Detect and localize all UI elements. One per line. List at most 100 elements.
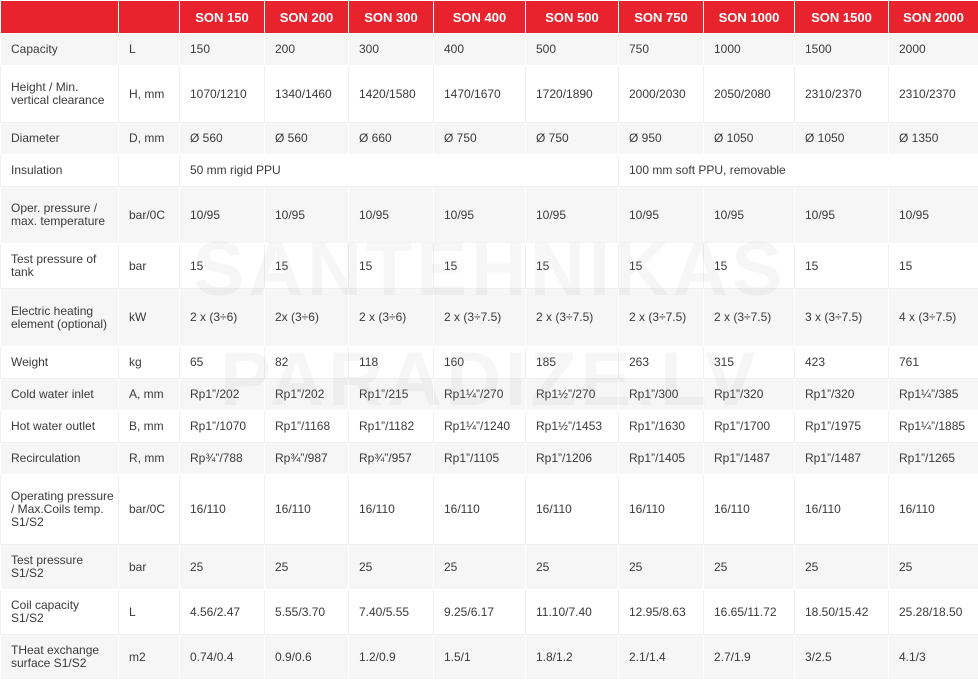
table-row: Capacity L 150 200 300 400 500 750 1000 1500 2000: [0, 33, 978, 66]
value-cell: 150: [179, 33, 265, 66]
value-cell: 7.40/5.55: [348, 589, 434, 635]
specs-table: SON 150 SON 200 SON 300 SON 400 SON 500 SON 7…: [0, 0, 978, 680]
value-cell: Ø 660: [348, 122, 434, 155]
value-cell: 2 x (3÷7.5): [703, 288, 795, 347]
table-row: Coil capacity S1/S2 L 4.56/2.47 5.55/3.70 7.…: [0, 589, 978, 635]
value-cell: Rp1”/1105: [433, 442, 526, 475]
value-cell: Rp1¼”/270: [433, 378, 526, 411]
parameter-cell: Diameter: [0, 122, 119, 155]
column-header: SON 2000: [888, 0, 978, 34]
value-cell: 15: [433, 243, 526, 289]
value-cell: 15: [794, 243, 889, 289]
value-cell: 1.2/0.9: [348, 634, 434, 680]
header-row: SON 150 SON 200 SON 300 SON 400 SON 500 SON 7…: [0, 0, 978, 34]
value-cell: Ø 750: [433, 122, 526, 155]
parameter-cell: Test pressure of tank: [0, 243, 119, 289]
value-cell: 2 x (3÷7.5): [433, 288, 526, 347]
value-cell: 11.10/7.40: [525, 589, 619, 635]
table-row: Operating pressure / Max.Coils temp. S1/…: [0, 474, 978, 545]
value-cell: Rp1”/1405: [618, 442, 704, 475]
table-row: Height / Min. vertical clearance H, mm 107…: [0, 65, 978, 123]
value-cell: 2310/2370: [888, 65, 978, 123]
value-cell: 15: [618, 243, 704, 289]
value-cell: 2.1/1.4: [618, 634, 704, 680]
value-cell: 10/95: [888, 186, 978, 244]
column-header: SON 750: [618, 0, 704, 34]
value-cell: Rp1”/1206: [525, 442, 619, 475]
value-cell: Ø 1350: [888, 122, 978, 155]
value-cell: Ø 750: [525, 122, 619, 155]
value-cell: Rp1”/1700: [703, 410, 795, 443]
value-cell: 2050/2080: [703, 65, 795, 123]
value-cell: 3 x (3÷7.5): [794, 288, 889, 347]
parameter-cell: Weight: [0, 346, 119, 379]
value-cell: 10/95: [264, 186, 349, 244]
column-header: SON 1500: [794, 0, 889, 34]
value-cell: 15: [888, 243, 978, 289]
unit-cell: D, mm: [118, 122, 180, 155]
value-cell: 1470/1670: [433, 65, 526, 123]
unit-cell: L: [118, 589, 180, 635]
value-cell: 423: [794, 346, 889, 379]
table-header: SON 150 SON 200 SON 300 SON 400 SON 500 SON 7…: [0, 0, 978, 34]
value-cell: 1420/1580: [348, 65, 434, 123]
value-cell: Rp1”/1487: [703, 442, 795, 475]
table-row: Oper. pressure / max. temperature bar/0C 1…: [0, 186, 978, 244]
value-cell: 16/110: [433, 474, 526, 545]
value-cell: 16/110: [348, 474, 434, 545]
table-row: THeat exchange surface S1/S2 m2 0.74/0.4 0.…: [0, 634, 978, 680]
value-cell: 15: [525, 243, 619, 289]
value-cell: Rp1½”/270: [525, 378, 619, 411]
value-cell: 185: [525, 346, 619, 379]
parameter-cell: Operating pressure / Max.Coils temp. S1/…: [0, 474, 119, 545]
value-cell: 400: [433, 33, 526, 66]
value-cell: Rp1¼”/385: [888, 378, 978, 411]
value-cell: 65: [179, 346, 265, 379]
insulation-large-cell: 100 mm soft PPU, removable: [618, 154, 978, 187]
unit-cell: bar: [118, 544, 180, 590]
column-header: SON 150: [179, 0, 265, 34]
value-cell: 2.7/1.9: [703, 634, 795, 680]
parameter-cell: Oper. pressure / max. temperature: [0, 186, 119, 244]
value-cell: 25.28/18.50: [888, 589, 978, 635]
table-row: Test pressure S1/S2 bar 25 25 25 25 25 25 25 25 25: [0, 544, 978, 590]
value-cell: 315: [703, 346, 795, 379]
value-cell: 25: [525, 544, 619, 590]
unit-cell: B, mm: [118, 410, 180, 443]
parameter-cell: THeat exchange surface S1/S2: [0, 634, 119, 680]
unit-cell: H, mm: [118, 65, 180, 123]
value-cell: 1340/1460: [264, 65, 349, 123]
table-row: Insulation 50 mm rigid PPU 100 mm soft PPU…: [0, 154, 978, 187]
value-cell: 16/110: [179, 474, 265, 545]
value-cell: 3/2.5: [794, 634, 889, 680]
value-cell: 16.65/11.72: [703, 589, 795, 635]
value-cell: Rp1”/320: [703, 378, 795, 411]
parameter-cell: Hot water outlet: [0, 410, 119, 443]
value-cell: 82: [264, 346, 349, 379]
value-cell: 10/95: [703, 186, 795, 244]
value-cell: 10/95: [525, 186, 619, 244]
value-cell: 1500: [794, 33, 889, 66]
value-cell: Rp1½”/1453: [525, 410, 619, 443]
value-cell: 2 x (3÷6): [348, 288, 434, 347]
value-cell: 4.1/3: [888, 634, 978, 680]
unit-cell: A, mm: [118, 378, 180, 411]
value-cell: 16/110: [703, 474, 795, 545]
value-cell: Ø 1050: [794, 122, 889, 155]
table-row: Weight kg 65 82 118 160 185 263 315 423 761: [0, 346, 978, 379]
parameter-cell: Electric heating element (optional): [0, 288, 119, 347]
header-blank-param: [0, 0, 119, 34]
column-header: SON 1000: [703, 0, 795, 34]
value-cell: 750: [618, 33, 704, 66]
header-blank-unit: [118, 0, 180, 34]
table-row: Electric heating element (optional) kW 2 x…: [0, 288, 978, 347]
value-cell: Rp1¼”/1885: [888, 410, 978, 443]
value-cell: 25: [433, 544, 526, 590]
value-cell: Ø 1050: [703, 122, 795, 155]
value-cell: Rp1”/1265: [888, 442, 978, 475]
insulation-small-cell: 50 mm rigid PPU: [179, 154, 619, 187]
parameter-cell: Test pressure S1/S2: [0, 544, 119, 590]
value-cell: 1.5/1: [433, 634, 526, 680]
value-cell: 16/110: [264, 474, 349, 545]
value-cell: Rp1”/1168: [264, 410, 349, 443]
